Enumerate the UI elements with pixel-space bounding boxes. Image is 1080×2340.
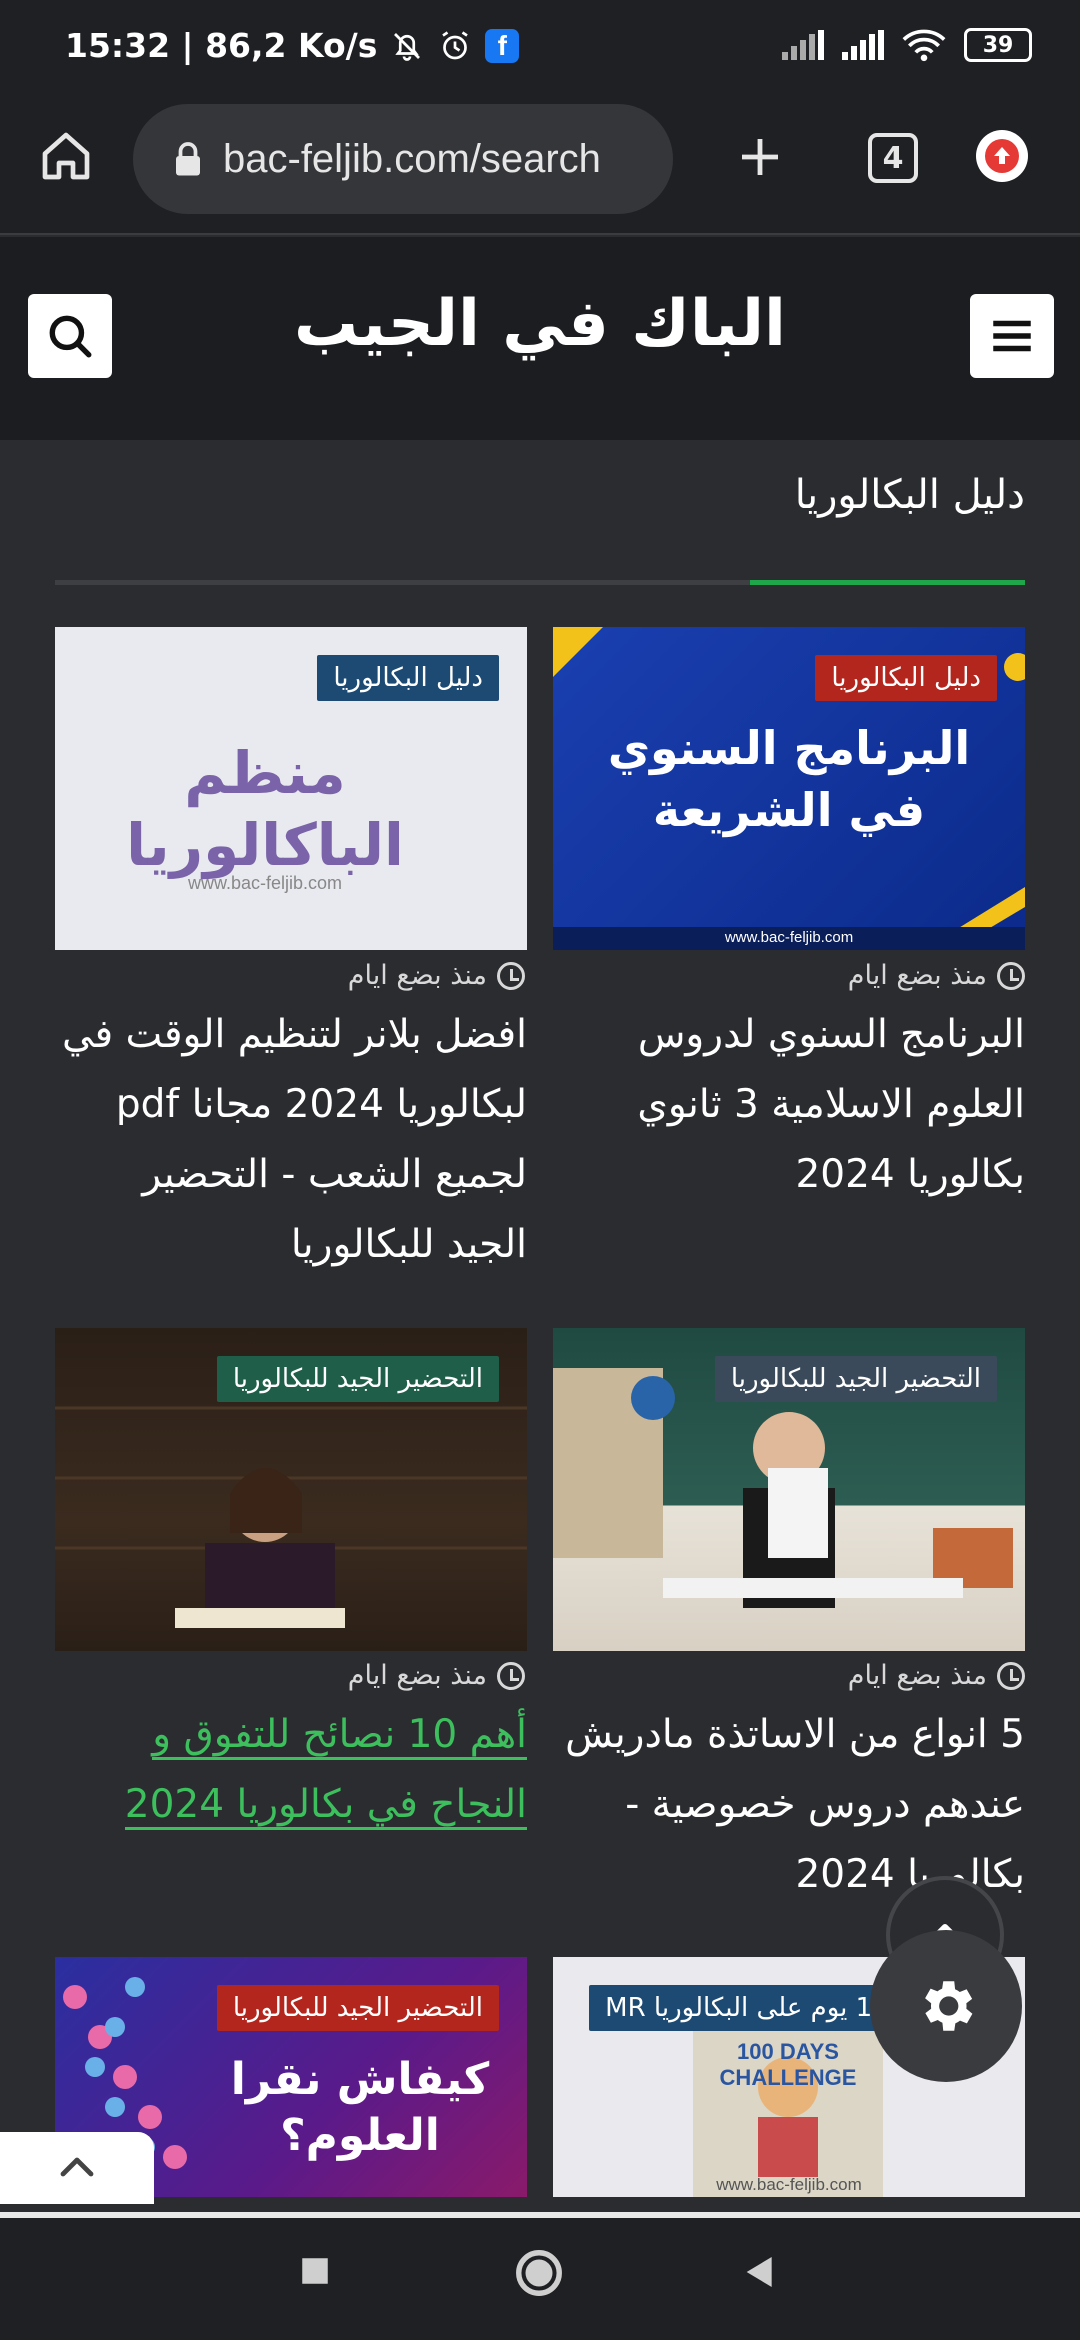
category-badge[interactable]: التحضير الجيد للبكالوريا	[216, 1356, 499, 1402]
settings-button[interactable]	[870, 1930, 1022, 2082]
category-badge[interactable]: دليل البكالوريا	[317, 655, 499, 701]
update-icon[interactable]	[976, 130, 1028, 182]
card-image-footer: www.bac-feljib.com	[724, 929, 854, 946]
clock-icon	[497, 1661, 525, 1690]
card-image-text: 100 DAYS CHALLENGE	[719, 2039, 857, 2090]
card-image-footer: www.bac-feljib.com	[716, 2175, 862, 2194]
card-image[interactable]: دليل البكالوريا البرنامج السنوي في الشري…	[553, 627, 1025, 950]
browser-toolbar: bac-feljib.com/search 4	[0, 100, 1080, 235]
category-badge[interactable]: دليل البكالوريا	[815, 655, 997, 701]
lock-icon	[176, 142, 200, 176]
post-time: منذ بضع ايام	[848, 960, 1025, 991]
status-time-speed: 15:32 | 86,2 Ko/s	[65, 26, 378, 65]
clock-icon	[997, 961, 1025, 990]
status-left: 15:32 | 86,2 Ko/s f	[65, 26, 520, 65]
clock-icon	[497, 961, 525, 990]
address-bar[interactable]: bac-feljib.com/search	[133, 104, 673, 214]
post-time-text: منذ بضع ايام	[347, 1660, 487, 1691]
post-time-text: منذ بضع ايام	[847, 1660, 987, 1691]
card-title-text: أهم 10 نصائح للتفوق و النجاح في بكالوريا…	[124, 1712, 527, 1830]
status-right: 39	[782, 28, 1032, 62]
signal-icon-2	[842, 30, 884, 60]
clock-icon	[997, 1661, 1025, 1690]
home-icon[interactable]	[38, 128, 94, 184]
site-title[interactable]: الباك في الجيب	[200, 287, 880, 361]
status-bar: 15:32 | 86,2 Ko/s f 39	[0, 0, 1080, 100]
bottom-panel-toggle[interactable]	[0, 2132, 154, 2204]
card-image-text: البرنامج السنوي في الشريعة	[607, 721, 971, 837]
section-divider-accent	[750, 580, 1025, 585]
post-time: منذ بضع ايام	[348, 960, 525, 991]
tab-switcher-button[interactable]: 4	[868, 133, 918, 183]
gear-icon	[925, 1981, 973, 2031]
category-badge[interactable]: التحضير الجيد للبكالوريا	[714, 1356, 997, 1402]
url-text: bac-feljib.com/search	[223, 136, 601, 181]
facebook-notification-icon: f	[485, 28, 520, 63]
search-icon	[49, 315, 92, 358]
system-nav-bar	[0, 2212, 1080, 2340]
mute-bell-icon	[394, 32, 421, 61]
search-button[interactable]	[28, 294, 112, 378]
hamburger-menu-icon	[993, 320, 1031, 352]
card-image-footer: www.bac-feljib.com	[187, 873, 343, 893]
post-time-text: منذ بضع ايام	[347, 960, 487, 991]
card-image-text: منظم الباكالوريا	[126, 739, 404, 879]
chevron-up-icon	[60, 2157, 94, 2177]
section-title: دليل البكالوريا	[794, 472, 1025, 518]
category-badge[interactable]: التحضير الجيد للبكالوريا	[216, 1985, 499, 2031]
recents-icon[interactable]	[298, 2254, 332, 2288]
card-title[interactable]: افضل بلانر لتنظيم الوقت في لبكالوريا 202…	[55, 1000, 527, 1280]
back-icon[interactable]	[740, 2252, 780, 2292]
new-tab-icon[interactable]	[736, 133, 784, 181]
menu-button[interactable]	[970, 294, 1054, 378]
card-image-text: كيفاش نقرا العلوم؟	[230, 2054, 490, 2161]
wifi-icon	[902, 29, 946, 62]
site-header: الباك في الجيب	[0, 237, 1080, 440]
home-nav-icon[interactable]	[512, 2246, 566, 2300]
post-time: منذ بضع ايام	[848, 1660, 1025, 1691]
card-image[interactable]: دليل البكالوريا منظم الباكالوريا www.bac…	[55, 627, 527, 950]
section-divider	[55, 580, 1025, 585]
battery-indicator: 39	[964, 28, 1032, 62]
card-image[interactable]: التحضير الجيد للبكالوريا	[55, 1328, 527, 1651]
card-title[interactable]: البرنامج السنوي لدروس العلوم الاسلامية 3…	[553, 1000, 1025, 1210]
card-title-link[interactable]: أهم 10 نصائح للتفوق و النجاح في بكالوريا…	[55, 1700, 527, 1840]
card-image[interactable]: التحضير الجيد للبكالوريا	[553, 1328, 1025, 1651]
alarm-icon	[442, 30, 469, 59]
post-time: منذ بضع ايام	[348, 1660, 525, 1691]
post-time-text: منذ بضع ايام	[847, 960, 987, 991]
signal-icon-1	[782, 30, 824, 60]
